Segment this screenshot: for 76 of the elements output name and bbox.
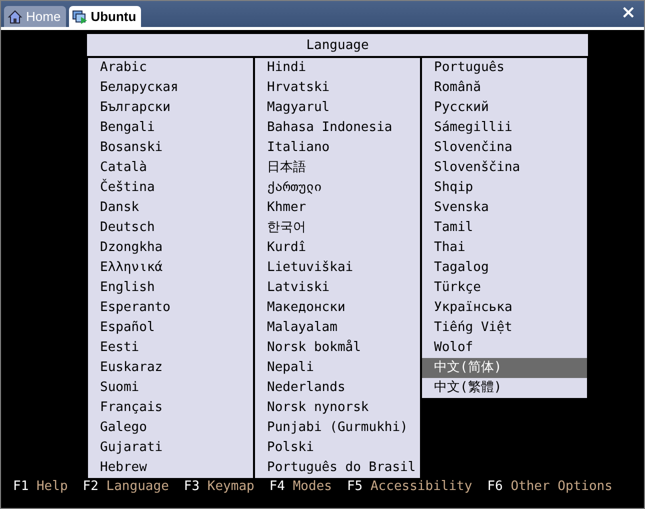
language-item[interactable]: Kurdî [255,238,420,258]
function-label[interactable]: Modes [292,479,332,494]
language-item[interactable]: 한국어 [255,218,420,238]
language-item[interactable]: Dansk [88,198,253,218]
function-key: F2 [82,479,98,494]
house-icon [7,8,23,24]
function-key: F1 [13,479,29,494]
language-item[interactable]: Magyarul [255,98,420,118]
language-item[interactable]: Ελληνικά [88,258,253,278]
language-item[interactable]: Svenska [422,198,587,218]
language-item[interactable]: Română [422,78,587,98]
language-item[interactable]: 中文(简体) [422,358,587,378]
language-item[interactable]: Punjabi (Gurmukhi) [255,418,420,438]
language-item[interactable]: Sámegillii [422,118,587,138]
function-key: F3 [184,479,200,494]
language-item[interactable]: 中文(繁體) [422,378,587,398]
language-item[interactable]: Galego [88,418,253,438]
function-key: F4 [269,479,286,494]
language-item[interactable]: Tiếng Việt [422,318,587,338]
close-button[interactable]: × [620,4,636,22]
language-item[interactable]: Norsk nynorsk [255,398,420,418]
function-label[interactable]: Accessibility [370,479,472,494]
language-item[interactable]: Bahasa Indonesia [255,118,420,138]
language-item[interactable]: Português do Brasil [255,458,420,478]
language-item[interactable]: Esperanto [88,298,253,318]
language-item[interactable]: Français [88,398,253,418]
language-item[interactable]: Latviski [255,278,420,298]
language-item[interactable]: Tagalog [422,258,587,278]
language-item[interactable]: Nederlands [255,378,420,398]
language-item[interactable]: Čeština [88,178,253,198]
language-item[interactable]: Gujarati [88,438,253,458]
language-item[interactable]: Português [422,58,587,78]
language-item[interactable]: Lietuviškai [255,258,420,278]
function-label[interactable]: Language [106,479,169,494]
language-item[interactable]: Euskaraz [88,358,253,378]
language-item[interactable]: Bosanski [88,138,253,158]
language-item[interactable]: Nepali [255,358,420,378]
language-item[interactable]: Українська [422,298,587,318]
language-item[interactable]: Bengali [88,118,253,138]
dialog-title: Language [87,34,588,56]
language-item[interactable]: Български [88,98,253,118]
function-key: F5 [346,479,363,494]
language-item[interactable]: Hebrew [88,458,253,478]
language-item[interactable]: Khmer [255,198,420,218]
language-item[interactable]: Русский [422,98,587,118]
language-item[interactable]: Slovenčina [422,138,587,158]
language-item[interactable]: Tamil [422,218,587,238]
language-item[interactable]: Hrvatski [255,78,420,98]
language-item[interactable]: Español [88,318,253,338]
language-item[interactable]: Norsk bokmål [255,338,420,358]
language-item[interactable]: Slovenščina [422,158,587,178]
language-item[interactable]: Shqip [422,178,587,198]
windows-icon [72,8,88,24]
function-key: F6 [487,479,503,494]
language-item[interactable]: Türkçe [422,278,587,298]
language-item[interactable]: Dzongkha [88,238,253,258]
language-item[interactable]: Arabic [88,58,253,78]
language-item[interactable]: 日本語 [255,158,420,178]
language-item[interactable]: Беларуская [88,78,253,98]
language-item[interactable]: Eesti [88,338,253,358]
language-item[interactable]: Català [88,158,253,178]
language-item[interactable]: Thai [422,238,587,258]
language-item[interactable]: Italiano [255,138,420,158]
language-item[interactable]: Hindi [255,58,420,78]
function-label[interactable]: Help [36,479,68,494]
language-item[interactable]: Malayalam [255,318,420,338]
function-label[interactable]: Other Options [510,479,612,494]
language-item[interactable]: Suomi [88,378,253,398]
language-item[interactable]: Deutsch [88,218,253,238]
language-item[interactable]: Polski [255,438,420,458]
language-item[interactable]: Wolof [422,338,587,358]
function-label[interactable]: Keymap [207,479,254,494]
language-item[interactable]: English [88,278,253,298]
language-item[interactable]: ქართული [255,178,420,198]
language-item[interactable]: Македонски [255,298,420,318]
tab[interactable]: Ubuntu [68,6,142,27]
